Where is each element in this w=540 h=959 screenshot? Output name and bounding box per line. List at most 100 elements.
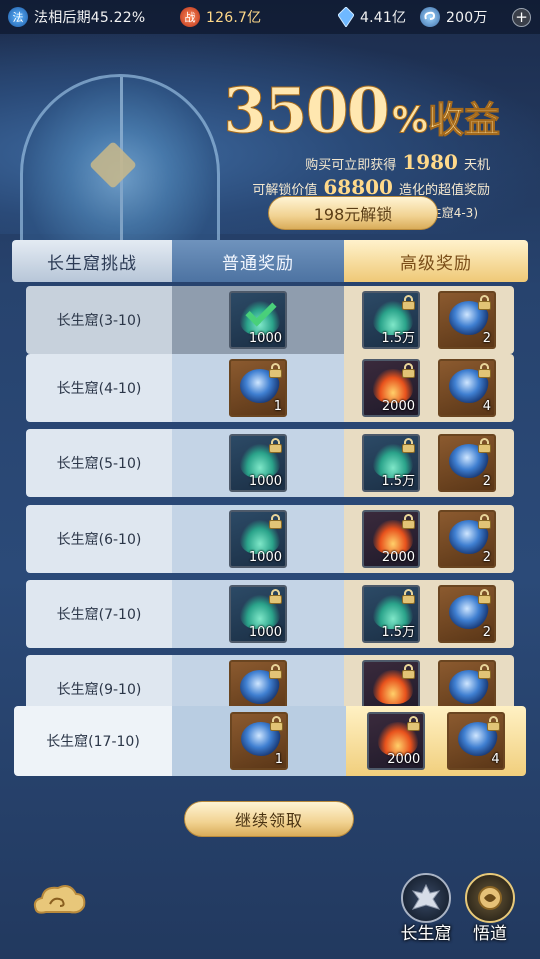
reward-item-flame-red[interactable]: 2000 [362,359,420,417]
reward-line-1-value: 1980 [402,150,458,174]
reward-item-flame-green[interactable]: 1000 [229,434,287,492]
lock-icon [477,295,492,310]
nav-cave-button[interactable]: 长生窟 [396,873,456,955]
reward-item-flame-red[interactable]: 2000 [362,510,420,568]
basic-reward-cell: 1000 [172,286,344,354]
nav-enlightenment-button[interactable]: 悟道 [460,873,520,955]
reward-item-orb[interactable]: 2 [438,291,496,349]
stage-name: 长生窟(3-10) [26,286,172,354]
realm-icon: 法 [8,7,28,27]
stage-name: 长生窟(5-10) [26,429,172,497]
lock-icon [477,589,492,604]
title-number: 3500 [223,74,391,148]
lock-icon [486,716,501,731]
reward-line-1-prefix: 购买可立即获得 [305,158,397,173]
reward-item-orb[interactable]: 2 [438,434,496,492]
reward-quantity: 4 [482,399,491,414]
reward-quantity: 2 [482,625,491,640]
reward-item-flame-red[interactable]: 2000 [367,712,426,770]
advanced-reward-cell: 1.5万 2 [344,580,514,648]
realm-text: 法相后期45.22% [34,10,146,26]
lock-icon [401,295,416,310]
reward-item-orb[interactable]: 4 [446,712,505,770]
column-advanced-reward: 高级奖励 [344,240,528,282]
reward-item-orb[interactable]: 1 [230,712,288,770]
table-row[interactable]: 长生窟(5-10) 1000 1.5万 2 [26,429,514,497]
nav-cave-label: 长生窟 [400,924,452,944]
lock-icon [401,589,416,604]
reward-quantity: 1.5万 [381,331,415,346]
reward-item-orb[interactable]: 4 [438,359,496,417]
lock-icon [477,363,492,378]
reward-quantity: 2000 [381,550,415,565]
realm-progress[interactable]: 法 法相后期45.22% [8,7,145,27]
unlock-purchase-button[interactable]: 198元解锁 [268,196,438,230]
reward-item-orb[interactable]: 2 [438,510,496,568]
reward-item-flame-green[interactable]: 1.5万 [362,291,420,349]
crystal-icon [338,7,354,27]
page-title: 3500 %收益 [223,74,501,148]
lock-icon [477,664,492,679]
reward-quantity: 2000 [381,399,415,414]
continue-claim-button[interactable]: 继续领取 [184,801,354,837]
reward-item-flame-green[interactable]: 1.5万 [362,434,420,492]
reward-item-orb[interactable]: 2 [438,585,496,643]
combat-power[interactable]: 战 126.7亿 [180,7,261,27]
column-challenge: 长生窟挑战 [12,240,172,282]
combat-power-value: 126.7亿 [206,10,262,26]
lock-icon [268,589,283,604]
basic-reward-cell: 1000 [172,580,344,648]
reward-quantity: 2 [482,550,491,565]
advanced-reward-cell: 2000 4 [344,354,514,422]
stage-name: 长生窟(6-10) [26,505,172,573]
reward-quantity: 1.5万 [381,625,415,640]
lock-icon [406,716,421,731]
table-row[interactable]: 长生窟(4-10) 1 2000 4 [26,354,514,422]
table-row[interactable]: 长生窟(17-10) 1 2000 4 [14,706,526,776]
combat-power-icon: 战 [180,7,200,27]
coin-value: 200万 [446,10,488,26]
reward-quantity: 1.5万 [381,474,415,489]
basic-reward-cell: 1 [172,354,344,422]
table-row[interactable]: 长生窟(3-10) 1000 1.5万 2 [26,286,514,354]
reward-quantity: 1000 [248,474,282,489]
reward-item-flame-green[interactable]: 1000 [229,585,287,643]
basic-reward-cell: 1 [172,706,346,776]
reward-quantity: 2000 [387,752,421,767]
reward-quantity: 2 [482,474,491,489]
coin-currency[interactable]: 200万 [420,7,488,27]
enlightenment-icon [465,873,515,923]
table-row[interactable]: 长生窟(6-10) 1000 2000 2 [26,505,514,573]
reward-quantity: 2 [482,331,491,346]
lock-icon [268,664,283,679]
advanced-reward-cell: 2000 4 [346,706,526,776]
reward-item-flame-green[interactable]: 1.5万 [362,585,420,643]
table-row[interactable]: 长生窟(7-10) 1000 1.5万 2 [26,580,514,648]
lock-icon [268,514,283,529]
lock-icon [268,363,283,378]
add-currency-button[interactable]: + [512,8,531,27]
reward-quantity: 1000 [248,331,282,346]
stage-name: 长生窟(4-10) [26,354,172,422]
lock-icon [401,514,416,529]
reward-table-header: 长生窟挑战 普通奖励 高级奖励 [12,240,528,282]
reward-item-orb[interactable]: 1 [229,359,287,417]
reward-quantity: 1000 [248,625,282,640]
crystal-value: 4.41亿 [360,10,407,26]
basic-reward-cell: 1000 [172,429,344,497]
crystal-currency[interactable]: 4.41亿 [338,7,406,27]
reward-quantity: 1 [273,399,282,414]
lock-icon [269,716,284,731]
status-bar: 法 法相后期45.22% 战 126.7亿 4.41亿 200万 + [0,0,540,34]
basic-reward-cell: 1000 [172,505,344,573]
reward-item-flame-green[interactable]: 1000 [229,291,287,349]
cloud-icon[interactable] [30,880,88,922]
lock-icon [268,438,283,453]
stage-name: 长生窟(7-10) [26,580,172,648]
reward-quantity: 4 [491,752,500,767]
nav-enlightenment-label: 悟道 [473,924,507,944]
advanced-reward-cell: 1.5万 2 [344,286,514,354]
cave-icon [401,873,451,923]
reward-item-flame-green[interactable]: 1000 [229,510,287,568]
lock-icon [401,664,416,679]
